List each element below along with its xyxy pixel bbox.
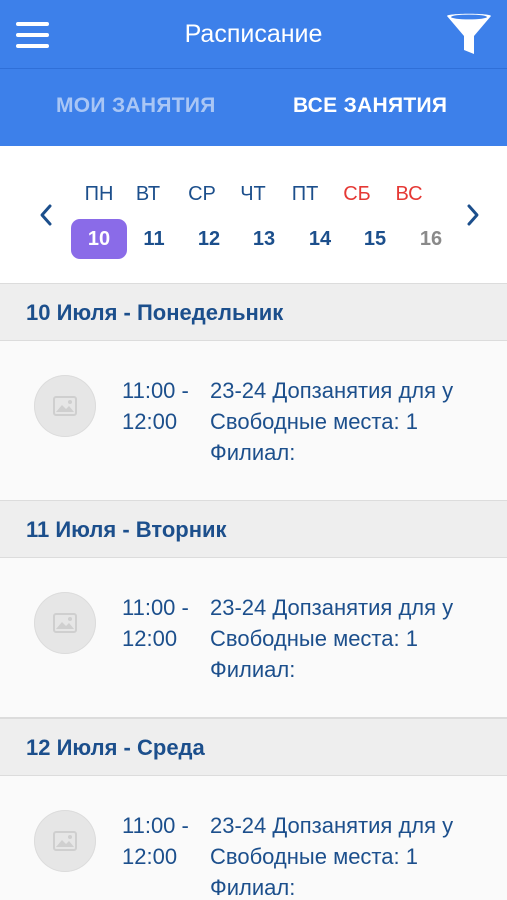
lesson-card[interactable]: 11:00 - 12:00 23-24 Допзанятия для у Сво… — [0, 341, 507, 501]
calendar-day[interactable]: 16 — [403, 219, 459, 259]
lesson-info: 23-24 Допзанятия для у Свободные места: … — [210, 375, 482, 468]
lesson-time-end: 12:00 — [122, 626, 178, 651]
lesson-branch: Филиал: — [210, 875, 296, 900]
lesson-free-places: Свободные места: 1 — [210, 409, 418, 434]
lesson-time: 11:00 - 12:00 — [122, 375, 189, 437]
lesson-card[interactable]: 11:00 - 12:00 23-24 Допзанятия для у Сво… — [0, 558, 507, 718]
image-placeholder-icon — [34, 592, 96, 654]
tab-my-lessons[interactable]: МОИ ЗАНЯТИЯ — [56, 94, 216, 118]
weekday-label: СБ — [343, 183, 371, 205]
day-section-title: 12 Июля - Среда — [26, 735, 205, 760]
lesson-name: 23-24 Допзанятия для у — [210, 595, 454, 620]
day-section-header: 11 Июля - Вторник — [0, 500, 507, 558]
lesson-info: 23-24 Допзанятия для у Свободные места: … — [210, 810, 482, 900]
day-section-header: 12 Июля - Среда — [0, 718, 507, 776]
lesson-time-start: 11:00 - — [122, 595, 189, 620]
weekday-label: СР — [188, 183, 216, 205]
lesson-time: 11:00 - 12:00 — [122, 592, 189, 654]
lesson-free-places: Свободные места: 1 — [210, 844, 418, 869]
calendar-day[interactable]: 15 — [347, 219, 403, 259]
filter-icon[interactable] — [445, 12, 493, 58]
chevron-left-icon[interactable] — [34, 201, 58, 229]
lesson-free-places: Свободные места: 1 — [210, 626, 418, 651]
lesson-time-end: 12:00 — [122, 844, 178, 869]
week-calendar: ПН ВТ СР ЧТ ПТ СБ ВС 10 11 12 13 14 15 1… — [0, 146, 507, 283]
lesson-name: 23-24 Допзанятия для у — [210, 813, 454, 838]
image-placeholder-icon — [34, 810, 96, 872]
lesson-time: 11:00 - 12:00 — [122, 810, 189, 872]
weekday-label: ЧТ — [240, 183, 266, 205]
weekday-label: ПН — [84, 183, 114, 205]
weekday-label: ВТ — [135, 183, 161, 205]
lesson-time-start: 11:00 - — [122, 378, 189, 403]
weekday-label: ПТ — [291, 183, 319, 205]
lesson-name: 23-24 Допзанятия для у — [210, 378, 454, 403]
header-divider — [0, 68, 507, 69]
page-title: Расписание — [184, 20, 323, 48]
calendar-day-selected[interactable]: 10 — [71, 219, 127, 259]
chevron-right-icon[interactable] — [461, 201, 485, 229]
lesson-card[interactable]: 11:00 - 12:00 23-24 Допзанятия для у Сво… — [0, 776, 507, 900]
lesson-branch: Филиал: — [210, 440, 296, 465]
day-section-title: 11 Июля - Вторник — [26, 517, 227, 542]
day-section-title: 10 Июля - Понедельник — [26, 300, 284, 325]
calendar-day[interactable]: 12 — [181, 219, 237, 259]
calendar-day[interactable]: 13 — [236, 219, 292, 259]
tab-all-lessons[interactable]: ВСЕ ЗАНЯТИЯ — [293, 94, 447, 118]
lesson-time-end: 12:00 — [122, 409, 178, 434]
calendar-day[interactable]: 11 — [126, 219, 182, 259]
app-bar: Расписание МОИ ЗАНЯТИЯ ВСЕ ЗАНЯТИЯ — [0, 0, 507, 146]
lesson-branch: Филиал: — [210, 657, 296, 682]
lesson-info: 23-24 Допзанятия для у Свободные места: … — [210, 592, 482, 685]
lesson-time-start: 11:00 - — [122, 813, 189, 838]
calendar-day[interactable]: 14 — [292, 219, 348, 259]
image-placeholder-icon — [34, 375, 96, 437]
day-section-header: 10 Июля - Понедельник — [0, 283, 507, 341]
weekday-label: ВС — [395, 183, 423, 205]
